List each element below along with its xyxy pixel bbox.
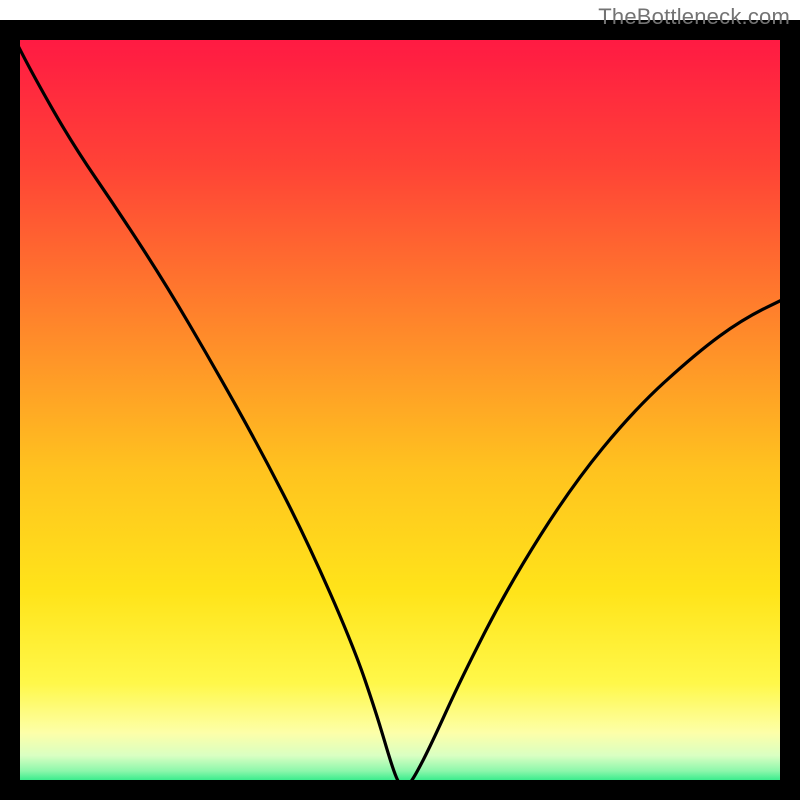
watermark-text: TheBottleneck.com — [598, 4, 790, 30]
chart-container: TheBottleneck.com — [0, 0, 800, 800]
bottleneck-chart — [0, 0, 800, 800]
chart-background — [10, 30, 790, 790]
